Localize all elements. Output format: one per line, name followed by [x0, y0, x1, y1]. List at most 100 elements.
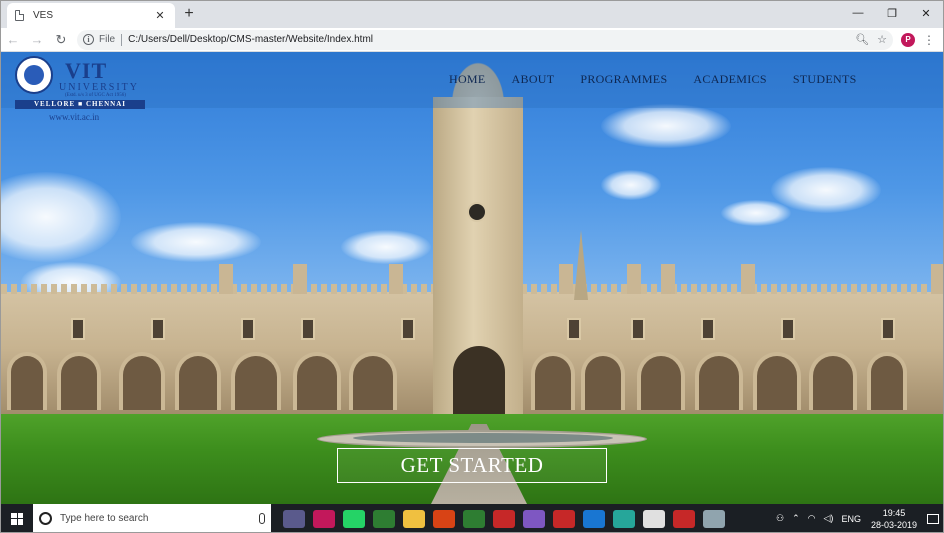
- notification-icon[interactable]: [927, 513, 939, 524]
- page-icon: [15, 10, 24, 21]
- logo-established: (Estd. u/s 3 of UGC Act 1956): [65, 93, 126, 98]
- taskbar-app-icon[interactable]: [313, 509, 335, 528]
- cloud: [601, 104, 731, 148]
- url-text[interactable]: C:/Users/Dell/Desktop/CMS-master/Website…: [128, 34, 847, 45]
- clock-date: 28-03-2019: [870, 519, 917, 530]
- clock-face: [467, 202, 487, 222]
- arch: [119, 352, 165, 410]
- nav-academics[interactable]: ACADEMICS: [693, 72, 766, 87]
- taskbar-app-icon[interactable]: [283, 509, 305, 528]
- taskbar-search[interactable]: Type here to search: [33, 504, 271, 532]
- browser-toolbar: ← → ↻ i File C:/Users/Dell/Desktop/CMS-m…: [1, 28, 943, 52]
- taskbar-app-icon[interactable]: [613, 509, 635, 528]
- window: [701, 318, 715, 340]
- arch: [231, 352, 281, 410]
- chevron-up-icon[interactable]: ⌃: [792, 513, 800, 524]
- window: [881, 318, 895, 340]
- nav-students[interactable]: STUDENTS: [793, 72, 857, 87]
- main-nav: HOME ABOUT PROGRAMMES ACADEMICS STUDENTS: [449, 72, 857, 87]
- nav-home[interactable]: HOME: [449, 72, 486, 87]
- info-icon[interactable]: i: [83, 34, 94, 45]
- arch: [175, 352, 221, 410]
- arch: [293, 352, 341, 410]
- system-tray: ⚇ ⌃ ◠ ◁) ENG 19:45 28-03-2019: [772, 504, 943, 532]
- chimney: [559, 264, 573, 294]
- page-viewport: VIT UNIVERSITY (Estd. u/s 3 of UGC Act 1…: [1, 52, 943, 504]
- address-bar[interactable]: i File C:/Users/Dell/Desktop/CMS-master/…: [77, 29, 893, 50]
- mic-icon[interactable]: [259, 513, 265, 524]
- chimney: [741, 264, 755, 294]
- taskbar-app-icon[interactable]: [583, 509, 605, 528]
- seal-icon: [15, 56, 53, 94]
- logo-name: VIT: [65, 58, 108, 83]
- wifi-icon[interactable]: ◠: [808, 513, 816, 524]
- taskbar-app-icon[interactable]: [373, 509, 395, 528]
- arch: [637, 352, 685, 410]
- window: [401, 318, 415, 340]
- taskbar-app-icon[interactable]: [643, 509, 665, 528]
- close-window-button[interactable]: ✕: [909, 1, 943, 25]
- logo-campus: VELLORE ■ CHENNAI: [15, 100, 145, 109]
- language-indicator[interactable]: ENG: [841, 514, 861, 524]
- start-button[interactable]: [1, 504, 33, 532]
- pinned-apps: [279, 509, 729, 528]
- zoom-icon[interactable]: 🔍︎: [855, 33, 869, 46]
- chimney: [293, 264, 307, 294]
- forward-button[interactable]: →: [25, 29, 49, 51]
- taskbar-app-icon[interactable]: [553, 509, 575, 528]
- logo-website: www.vit.ac.in: [49, 112, 100, 122]
- divider: [121, 33, 123, 46]
- chimney: [661, 264, 675, 294]
- window: [151, 318, 165, 340]
- close-icon[interactable]: ✕: [153, 9, 167, 22]
- windows-taskbar: Type here to search ⚇ ⌃ ◠ ◁) ENG 19:45 2…: [1, 504, 943, 532]
- nav-about[interactable]: ABOUT: [512, 72, 555, 87]
- restore-button[interactable]: ❐: [875, 1, 909, 25]
- minimize-button[interactable]: —: [841, 1, 875, 25]
- menu-icon[interactable]: ⋮: [923, 33, 935, 47]
- vit-logo[interactable]: VIT UNIVERSITY (Estd. u/s 3 of UGC Act 1…: [15, 56, 145, 122]
- get-started-button[interactable]: GET STARTED: [337, 448, 607, 483]
- taskbar-app-icon[interactable]: [673, 509, 695, 528]
- cloud: [601, 170, 661, 200]
- tab-ves[interactable]: VES ✕: [7, 3, 175, 28]
- clock[interactable]: 19:45 28-03-2019: [871, 507, 917, 531]
- windows-icon: [11, 512, 23, 525]
- cloud: [131, 222, 261, 262]
- browser-window: VES ✕ + — ❐ ✕ ← → ↻ i File C:/Users/Dell…: [0, 0, 944, 533]
- logo-subtitle: UNIVERSITY: [59, 82, 139, 93]
- clock-time: 19:45: [882, 507, 906, 518]
- taskbar-app-icon[interactable]: [703, 509, 725, 528]
- window-controls: — ❐ ✕: [841, 1, 943, 25]
- nav-programmes[interactable]: PROGRAMMES: [580, 72, 667, 87]
- search-placeholder: Type here to search: [60, 513, 149, 524]
- cortana-icon: [39, 512, 52, 525]
- cloud: [771, 167, 881, 213]
- taskbar-app-icon[interactable]: [433, 509, 455, 528]
- window: [631, 318, 645, 340]
- taskbar-app-icon[interactable]: [493, 509, 515, 528]
- window: [781, 318, 795, 340]
- window: [567, 318, 581, 340]
- people-icon[interactable]: ⚇: [776, 513, 784, 524]
- arch: [57, 352, 101, 410]
- taskbar-app-icon[interactable]: [403, 509, 425, 528]
- bookmark-star-icon[interactable]: ☆: [877, 33, 887, 46]
- chimney: [219, 264, 233, 294]
- arch: [867, 352, 907, 410]
- tab-strip: VES ✕ + — ❐ ✕: [1, 1, 943, 28]
- new-tab-button[interactable]: +: [181, 5, 197, 23]
- tower-gateway: [453, 346, 505, 414]
- chimney: [931, 264, 943, 294]
- profile-avatar[interactable]: P: [901, 32, 915, 47]
- taskbar-app-icon[interactable]: [463, 509, 485, 528]
- taskbar-app-icon[interactable]: [523, 509, 545, 528]
- chimney: [389, 264, 403, 294]
- back-button[interactable]: ←: [1, 29, 25, 51]
- taskbar-app-icon[interactable]: [343, 509, 365, 528]
- reload-button[interactable]: ↻: [49, 29, 73, 51]
- window: [241, 318, 255, 340]
- volume-icon[interactable]: ◁): [824, 513, 834, 524]
- arch: [581, 352, 625, 410]
- cloud: [721, 200, 791, 226]
